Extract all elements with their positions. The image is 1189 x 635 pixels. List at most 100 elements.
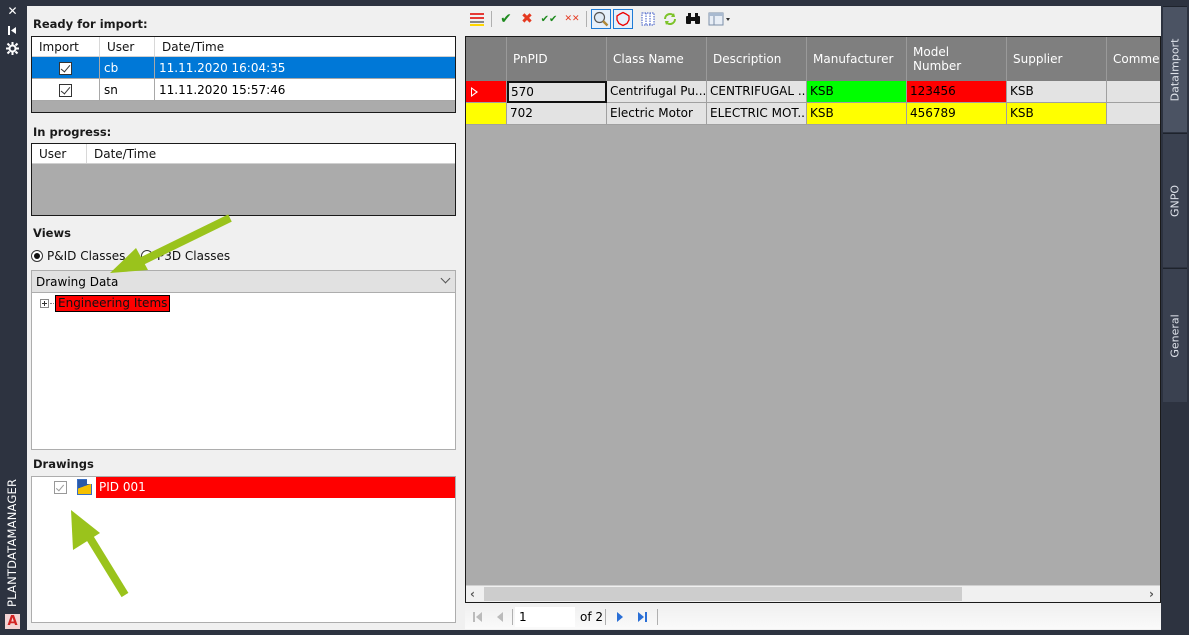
tab-general[interactable]: General [1163,268,1187,402]
table-row[interactable]: 570 Centrifugal Pu... CENTRIFUGAL ... KS… [466,81,1160,103]
expand-icon[interactable] [40,299,49,308]
pin-icon[interactable] [6,24,19,37]
table-row[interactable]: 702 Electric Motor ELECTRIC MOT... KSB 4… [466,103,1160,125]
drawings-label: Drawings [33,457,94,471]
pager: 1 of 2 [465,605,1161,629]
description-cell[interactable]: CENTRIFUGAL ... [707,81,807,103]
grid-header: PnPID Class Name Description Manufacture… [466,37,1160,81]
scroll-right-icon[interactable]: › [1149,587,1154,601]
radio-dot[interactable] [141,250,153,262]
page-count-label: of 2 [580,610,604,624]
column-header-datetime[interactable]: Date/Time [87,144,455,163]
drawing-checkbox[interactable] [54,481,67,494]
columns-icon[interactable] [638,9,658,29]
pager-separator [605,609,606,625]
column-header-user[interactable]: User [100,37,155,56]
column-header-model-number[interactable]: Model Number [907,37,1007,81]
palette-strip: ✕ PLANTDATAMANAGER A [0,0,24,635]
horizontal-scrollbar[interactable]: ‹ › [466,585,1160,602]
find-icon[interactable] [683,9,703,29]
supplier-cell[interactable]: KSB [1007,103,1107,125]
radio-pid-classes[interactable]: P&ID Classes [31,249,125,263]
manufacturer-cell[interactable]: KSB [807,81,907,103]
main-content: Ready for import: Import User Date/Time … [27,6,1161,630]
column-header-description[interactable]: Description [707,37,807,81]
zoom-to-icon[interactable] [591,9,611,29]
datetime-cell: 11.11.2020 15:57:46 [159,83,286,97]
views-label: Views [33,226,71,240]
model-number-cell[interactable]: 123456 [907,81,1007,103]
layout-dropdown-icon[interactable] [707,9,733,29]
reject-icon[interactable]: ✖ [517,9,537,29]
tree-node[interactable]: Engineering Items [40,295,171,312]
page-number-input[interactable]: 1 [515,607,575,627]
toolbar-separator [586,11,587,27]
ready-for-import-grid: Import User Date/Time cb 11.11.2020 16:0… [31,36,456,113]
manufacturer-cell[interactable]: KSB [807,103,907,125]
import-checkbox-cell[interactable] [32,79,100,100]
last-page-icon[interactable] [635,610,649,624]
drawings-list: PID 001 [31,476,456,623]
scroll-left-icon[interactable]: ‹ [470,587,475,601]
row-header-cell[interactable] [466,81,507,103]
table-row[interactable]: cb 11.11.2020 16:04:35 [32,57,455,79]
first-page-icon[interactable] [471,610,485,624]
tab-dataimport[interactable]: DataImport [1163,6,1187,132]
import-checkbox[interactable] [59,62,72,75]
class-name-cell[interactable]: Centrifugal Pu... [607,81,707,103]
accept-all-icon[interactable]: ✔✔ [539,9,559,29]
current-row-icon [471,86,478,97]
drawing-label[interactable]: PID 001 [96,477,455,498]
radio-label: P&ID Classes [47,249,126,263]
comment-cell[interactable] [1107,81,1160,103]
class-name-cell[interactable]: Electric Motor [607,103,707,125]
column-header-pnpid[interactable]: PnPID [507,37,607,81]
import-checkbox[interactable] [59,84,72,97]
reject-all-icon[interactable]: ✕✕ [562,9,582,29]
view-dropdown[interactable]: Drawing Data [31,270,456,293]
column-header-import[interactable]: Import [32,37,100,56]
in-progress-grid: User Date/Time [31,143,456,216]
column-header-comment[interactable]: Commen [1107,37,1160,81]
next-page-icon[interactable] [613,610,627,624]
previous-page-icon[interactable] [493,610,507,624]
pnpid-cell[interactable]: 702 [507,103,607,125]
scrollbar-thumb[interactable] [484,587,962,601]
column-header-class-name[interactable]: Class Name [607,37,707,81]
description-cell[interactable]: ELECTRIC MOT... [707,103,807,125]
user-cell: cb [100,57,155,78]
comment-cell[interactable] [1107,103,1160,125]
status-legend-icon[interactable] [467,9,487,29]
tree-node-label[interactable]: Engineering Items [55,295,171,312]
row-header-cell[interactable] [466,103,507,125]
close-icon[interactable]: ✕ [6,5,19,18]
pager-separator [657,609,658,625]
list-item[interactable]: PID 001 [32,477,455,498]
row-header-column [466,37,507,81]
refresh-icon[interactable] [660,9,680,29]
column-header-datetime[interactable]: Date/Time [155,37,455,56]
settings-icon[interactable] [6,42,19,55]
radio-p3d-classes[interactable]: P3D Classes [141,249,230,263]
pnpid-cell[interactable]: 570 [507,81,607,103]
model-number-cell[interactable]: 456789 [907,103,1007,125]
toolbar-separator [491,11,492,27]
import-checkbox-cell[interactable] [32,57,100,78]
app-logo-icon[interactable]: A [5,614,20,629]
chevron-down-icon[interactable] [440,273,451,284]
left-panel: Ready for import: Import User Date/Time … [27,6,463,630]
supplier-cell[interactable]: KSB [1007,81,1107,103]
class-tree: Engineering Items [31,293,456,450]
palette-title: PLANTDATAMANAGER [5,478,19,607]
accept-icon[interactable]: ✔ [496,9,516,29]
dropdown-value: Drawing Data [36,275,119,289]
grid-header: User Date/Time [32,144,455,164]
column-header-user[interactable]: User [32,144,87,163]
table-row[interactable]: sn 11.11.2020 15:57:46 [32,79,455,101]
highlight-icon[interactable] [613,9,633,29]
user-cell: sn [100,79,155,100]
radio-dot[interactable] [31,250,43,262]
tab-gnpo[interactable]: GNPO [1163,133,1187,267]
column-header-supplier[interactable]: Supplier [1007,37,1107,81]
column-header-manufacturer[interactable]: Manufacturer [807,37,907,81]
